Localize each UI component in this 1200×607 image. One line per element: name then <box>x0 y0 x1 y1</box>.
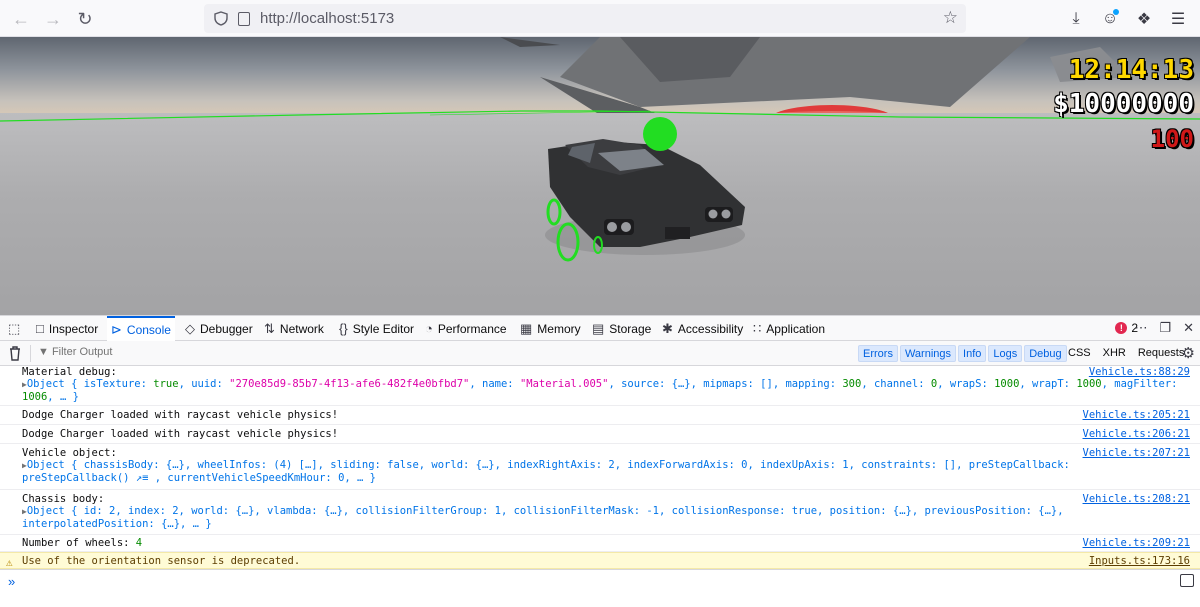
error-icon: ! <box>1115 322 1128 334</box>
tab-inspector[interactable]: □ Inspector <box>32 316 102 341</box>
tab-performance[interactable]: ◔ Performance <box>421 316 511 341</box>
accessibility-icon: ✱ <box>662 320 673 336</box>
shield-icon[interactable] <box>214 11 228 26</box>
object-preview[interactable]: ▶Object { id: 2, index: 2, world: {…}, v… <box>22 505 1064 517</box>
gear-icon[interactable]: ⚙ <box>1182 344 1195 362</box>
console-message: Dodge Charger loaded with raycast vehicl… <box>0 406 1200 425</box>
options-icon[interactable]: ⋯ <box>1134 320 1147 336</box>
hud-health: 100 <box>1150 125 1194 153</box>
memory-icon: ▦ <box>520 320 533 336</box>
filter-input[interactable]: ▼ Filter Output <box>38 346 112 358</box>
console-icon: ⊳ <box>111 321 122 337</box>
account-icon[interactable]: ☺ <box>1096 6 1124 32</box>
performance-icon: ◔ <box>425 321 433 336</box>
tab-debugger[interactable]: ◇ Debugger <box>181 316 257 341</box>
trash-icon[interactable] <box>8 345 22 361</box>
storage-icon: ▤ <box>592 320 605 336</box>
source-link[interactable]: Vehicle.ts:88:29 <box>1089 366 1190 378</box>
source-link[interactable]: Vehicle.ts:208:21 <box>1083 493 1190 505</box>
filter-debug[interactable]: Debug <box>1024 345 1067 362</box>
object-preview[interactable]: ▶Object { isTexture: true, uuid: "270e85… <box>22 378 1177 390</box>
filter-icon: ▼ <box>38 346 49 358</box>
hud-clock: 12:14:13 <box>1068 55 1194 85</box>
console-message: Number of wheels: 4 Vehicle.ts:209:21 <box>0 535 1200 552</box>
tab-memory[interactable]: ▦ Memory <box>516 316 585 341</box>
console-message: Material debug: Vehicle.ts:88:29 ▶Object… <box>0 366 1200 406</box>
source-link[interactable]: Vehicle.ts:205:21 <box>1083 409 1190 421</box>
hud-money: $10000000 <box>1053 89 1194 119</box>
tab-network[interactable]: ⇅ Network <box>260 316 328 341</box>
filter-requests[interactable]: Requests <box>1134 345 1188 362</box>
divider <box>30 345 31 362</box>
console-message: Vehicle object: Vehicle.ts:207:21 ▶Objec… <box>0 444 1200 490</box>
download-icon[interactable]: ⤓ <box>1062 6 1090 32</box>
filter-info[interactable]: Info <box>958 345 987 362</box>
forward-arrow-icon[interactable]: → <box>40 6 66 32</box>
vehicle-scene <box>0 110 1200 262</box>
console-message: Chassis body: Vehicle.ts:208:21 ▶Object … <box>0 490 1200 535</box>
application-icon: ∷ <box>753 320 762 336</box>
filter-warnings[interactable]: Warnings <box>899 345 957 362</box>
tab-storage[interactable]: ▤ Storage <box>588 316 655 341</box>
extensions-icon[interactable]: ❖ <box>1130 6 1158 32</box>
dock-icon[interactable]: ❐ <box>1159 320 1171 336</box>
browser-toolbar: ← → ↻ http://localhost:5173 ☆ ⤓ ☺ ❖ ☰ <box>0 0 1200 37</box>
devtools-tab-bar: ⬚ □ Inspector ⊳ Console ◇ Debugger ⇅ Network… <box>0 315 1200 341</box>
source-link[interactable]: Inputs.ts:173:16 <box>1089 555 1190 567</box>
menu-icon[interactable]: ☰ <box>1164 6 1192 32</box>
url-bar[interactable]: http://localhost:5173 ☆ <box>204 4 966 33</box>
console-message: Dodge Charger loaded with raycast vehicl… <box>0 425 1200 444</box>
filter-css[interactable]: CSS <box>1064 345 1095 362</box>
inspector-icon: □ <box>36 321 44 336</box>
console-output: Material debug: Vehicle.ts:88:29 ▶Object… <box>0 366 1200 569</box>
tab-style-editor[interactable]: {} Style Editor <box>335 316 418 341</box>
reload-icon[interactable]: ↻ <box>72 6 98 32</box>
split-editor-icon[interactable] <box>1180 574 1194 587</box>
tab-console[interactable]: ⊳ Console <box>107 316 175 341</box>
source-link[interactable]: Vehicle.ts:209:21 <box>1083 537 1190 549</box>
debugger-icon: ◇ <box>185 320 195 336</box>
tab-application[interactable]: ∷ Application <box>749 316 829 341</box>
game-canvas[interactable]: 12:14:13 $10000000 100 <box>0 37 1200 315</box>
pick-element-icon[interactable]: ⬚ <box>4 316 24 341</box>
source-link[interactable]: Vehicle.ts:207:21 <box>1083 447 1190 459</box>
back-arrow-icon[interactable]: ← <box>8 6 34 32</box>
object-preview[interactable]: ▶Object { chassisBody: {…}, wheelInfos: … <box>22 459 1070 471</box>
url-text[interactable]: http://localhost:5173 <box>260 10 394 27</box>
warning-icon: ⚠ <box>6 556 13 569</box>
console-input[interactable]: » <box>0 569 1200 607</box>
style-editor-icon: {} <box>339 321 348 336</box>
close-icon[interactable]: ✕ <box>1183 320 1194 336</box>
filter-errors[interactable]: Errors <box>858 345 898 362</box>
console-warning: ⚠ Use of the orientation sensor is depre… <box>0 552 1200 569</box>
filter-logs[interactable]: Logs <box>988 345 1023 362</box>
source-link[interactable]: Vehicle.ts:206:21 <box>1083 428 1190 440</box>
filter-xhr[interactable]: XHR <box>1099 345 1130 362</box>
prompt-chevron-icon: » <box>8 574 16 589</box>
console-filter-bar: ▼ Filter Output Errors Warnings Info Log… <box>0 341 1200 366</box>
page-icon <box>238 12 250 26</box>
star-icon[interactable]: ☆ <box>943 8 958 28</box>
tab-accessibility[interactable]: ✱ Accessibility <box>658 316 747 341</box>
network-icon: ⇅ <box>264 320 275 336</box>
